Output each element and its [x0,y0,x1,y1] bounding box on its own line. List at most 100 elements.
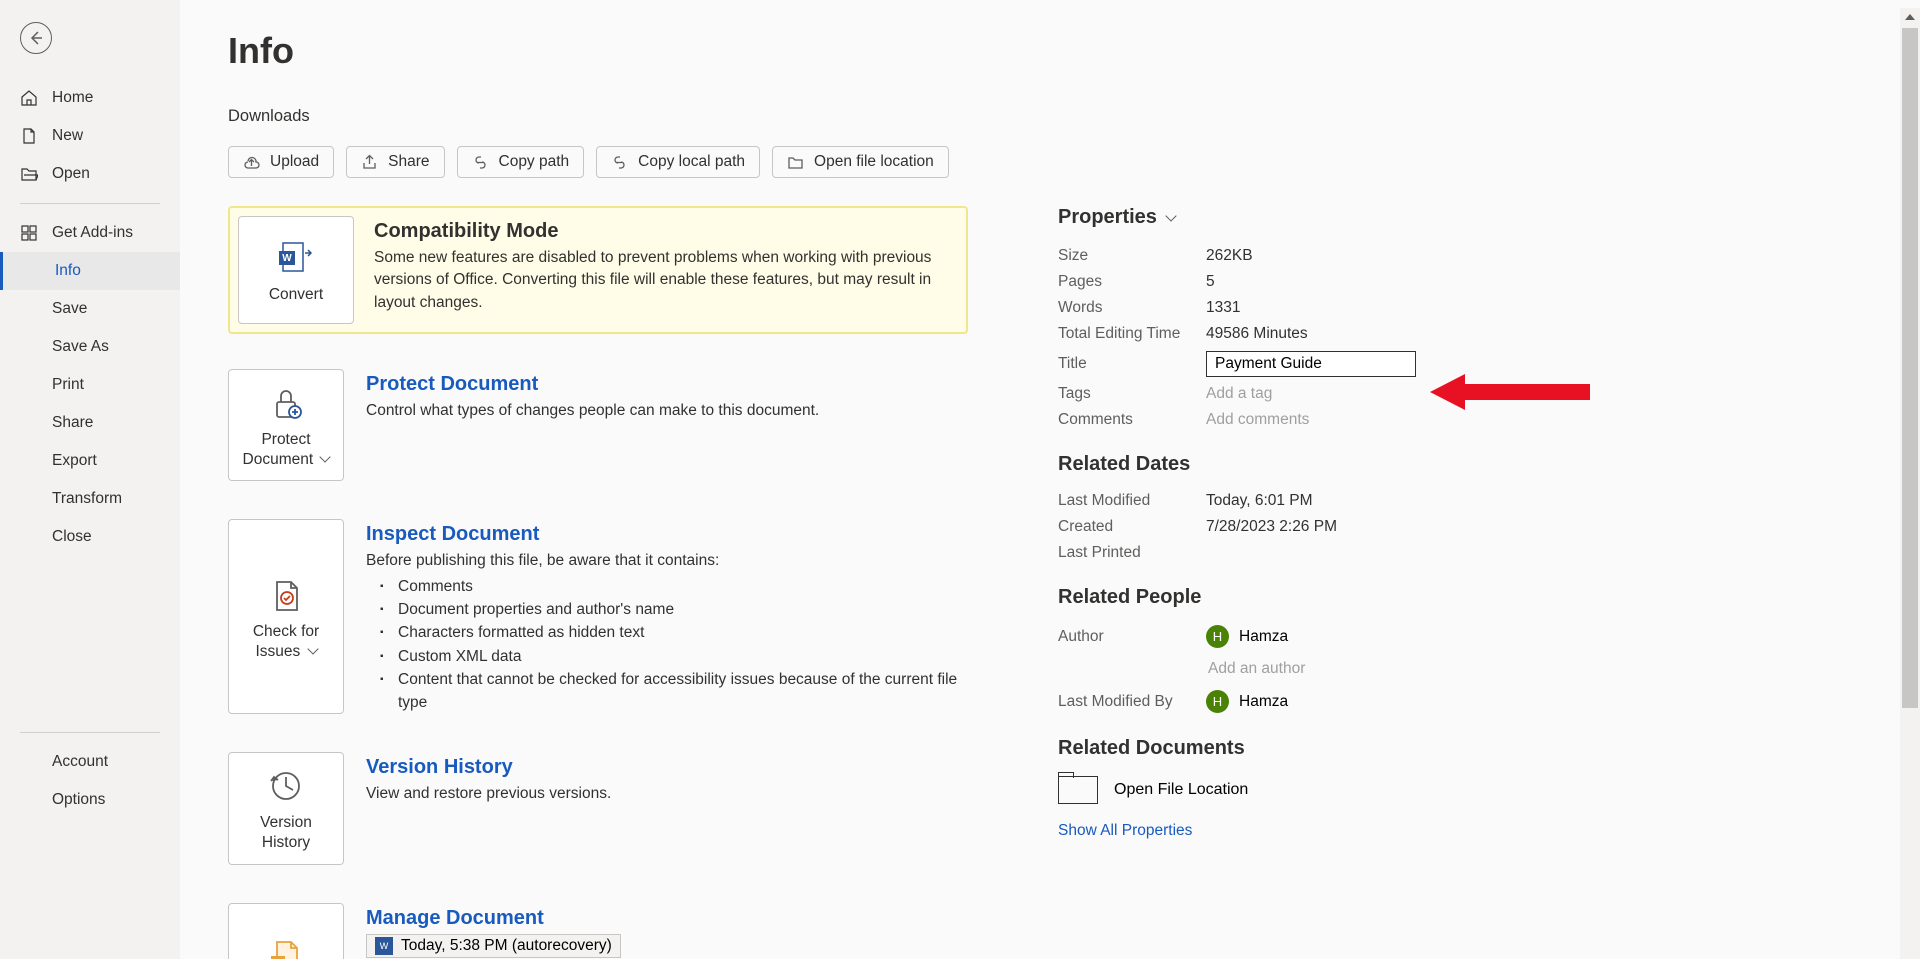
author-label: Author [1058,628,1206,646]
prop-editing-value: 49586 Minutes [1206,325,1308,343]
nav-get-addins[interactable]: Get Add-ins [0,214,180,252]
convert-button[interactable]: W Convert [238,216,354,324]
nav-transform-label: Transform [52,490,122,508]
nav-saveas-label: Save As [52,338,109,356]
show-all-properties-link[interactable]: Show All Properties [1058,822,1872,840]
nav-close[interactable]: Close [0,518,180,556]
add-author[interactable]: Add an author [1058,660,1872,678]
nav-open[interactable]: Open [0,155,180,193]
inspect-item: Comments [366,575,968,598]
inspect-item: Custom XML data [366,645,968,668]
vertical-scrollbar[interactable] [1900,8,1920,959]
manage-section: Manage Document W Today, 5:38 PM (autore… [228,903,968,959]
properties-dropdown[interactable]: Properties [1058,206,1175,229]
prop-size-label: Size [1058,247,1206,265]
version-heading: Version History [366,756,611,779]
autorecovery-item[interactable]: W Today, 5:38 PM (autorecovery) [366,934,621,958]
nav-info[interactable]: Info [0,252,180,290]
manage-text: Manage Document W Today, 5:38 PM (autore… [366,903,621,959]
nav-print[interactable]: Print [0,366,180,404]
prop-pages-label: Pages [1058,273,1206,291]
compat-heading: Compatibility Mode [374,220,958,243]
related-dates-heading: Related Dates [1058,453,1872,476]
manage-document-button[interactable] [228,903,344,959]
nav-save-as[interactable]: Save As [0,328,180,366]
related-people-heading: Related People [1058,586,1872,609]
prop-title-label: Title [1058,355,1206,373]
inspect-text: Inspect Document Before publishing this … [366,519,968,714]
folder-icon [1058,776,1098,804]
addins-icon [20,224,38,242]
scrollbar-thumb[interactable] [1902,28,1918,708]
breadcrumb[interactable]: Downloads [228,107,1872,126]
nav-close-label: Close [52,528,92,546]
nav-share-label: Share [52,414,93,432]
prop-pages-value: 5 [1206,273,1215,291]
author-row: Author H Hamza [1058,625,1872,648]
copy-path-button[interactable]: Copy path [457,146,585,178]
link-icon [611,154,628,171]
version-history-label: Version History [235,813,337,853]
share-button[interactable]: Share [346,146,444,178]
back-arrow-icon [28,30,44,46]
modified-by-name[interactable]: Hamza [1239,693,1288,711]
upload-icon [243,154,260,171]
nav-new-label: New [52,127,83,145]
copy-local-path-button[interactable]: Copy local path [596,146,760,178]
page-title: Info [228,30,1872,72]
prop-comments: Comments Add comments [1058,411,1872,429]
protect-document-button[interactable]: Protect Document [228,369,344,481]
comments-input[interactable]: Add comments [1206,411,1309,429]
prop-comments-label: Comments [1058,411,1206,429]
left-column: W Convert Compatibility Mode Some new fe… [228,206,968,959]
nav-account[interactable]: Account [0,743,180,781]
modified-label: Last Modified [1058,492,1206,510]
avatar: H [1206,625,1229,648]
inspect-item: Document properties and author's name [366,598,968,621]
prop-pages: Pages 5 [1058,273,1872,291]
prop-editing-label: Total Editing Time [1058,325,1206,343]
nav-divider [20,203,160,204]
open-location-label: Open File Location [1114,781,1248,799]
protect-label: Protect Document [235,430,337,470]
tags-input[interactable]: Add a tag [1206,385,1272,403]
nav-export[interactable]: Export [0,442,180,480]
version-desc: View and restore previous versions. [366,783,611,805]
prop-size: Size 262KB [1058,247,1872,265]
open-file-location-row[interactable]: Open File Location [1058,776,1872,804]
version-text: Version History View and restore previou… [366,752,611,864]
prop-words-value: 1331 [1206,299,1240,317]
title-input[interactable] [1206,351,1416,377]
version-history-button[interactable]: Version History [228,752,344,864]
back-button[interactable] [20,22,52,54]
nav-home[interactable]: Home [0,79,180,117]
open-file-location-button[interactable]: Open file location [772,146,949,178]
nav-options[interactable]: Options [0,781,180,819]
nav-print-label: Print [52,376,84,394]
nav-account-label: Account [52,753,108,771]
author-name[interactable]: Hamza [1239,628,1288,646]
chevron-down-icon [307,643,318,654]
nav-transform[interactable]: Transform [0,480,180,518]
action-bar: Upload Share Copy path Copy local path O… [228,146,1872,178]
check-issues-button[interactable]: Check for Issues [228,519,344,714]
scroll-up-icon [1905,14,1915,20]
nav-share[interactable]: Share [0,404,180,442]
nav-save[interactable]: Save [0,290,180,328]
upload-button[interactable]: Upload [228,146,334,178]
manage-doc-icon [267,936,305,959]
share-icon [361,154,378,171]
lock-icon [267,384,305,422]
nav-save-label: Save [52,300,87,318]
nav-new[interactable]: New [0,117,180,155]
created-value: 7/28/2023 2:26 PM [1206,518,1337,536]
printed-label: Last Printed [1058,544,1206,562]
annotation-red-arrow [1430,372,1590,412]
compat-text: Compatibility Mode Some new features are… [354,216,958,324]
chevron-down-icon [1165,210,1176,221]
nav-info-label: Info [55,262,81,280]
sidebar: Home New Open Get Add-ins Info Save Save… [0,0,180,959]
protect-section: Protect Document Protect Document Contro… [228,369,968,481]
autorecovery-label: Today, 5:38 PM (autorecovery) [401,937,612,955]
related-docs-heading: Related Documents [1058,737,1872,760]
